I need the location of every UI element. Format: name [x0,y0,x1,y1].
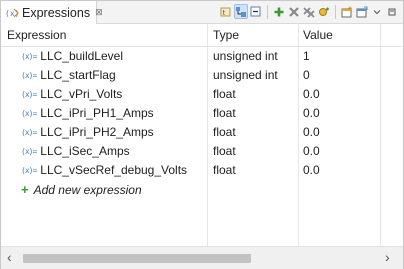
scroll-left-icon[interactable]: ‹ [7,249,12,265]
scroll-right-icon[interactable]: › [385,249,390,265]
expression-type: float [213,106,236,120]
expression-value[interactable]: 0.0 [303,106,320,120]
expression-value[interactable]: 0 [303,68,310,82]
expression-value[interactable]: 1 [303,49,310,63]
expressions-tab[interactable]: (x) Expressions ⊠ [1,1,103,24]
expression-type: float [213,144,236,158]
variable-icon: (x)= [21,127,37,137]
variable-icon: (x)= [21,51,37,61]
table-row[interactable]: (x)= LLC_iSec_Amps float 0.0 [1,142,403,161]
expressions-table: Expression Type Value (x)= LLC_buildLevel… [1,24,403,246]
variable-icon: (x)= [21,165,37,175]
collapse-all-icon[interactable] [249,4,263,19]
minimize-icon[interactable] [385,4,399,19]
table-row[interactable]: (x)= LLC_iPri_PH1_Amps float 0.0 [1,104,403,123]
expression-value[interactable]: 0.0 [303,144,320,158]
pin-view-icon[interactable] [355,4,369,19]
expression-name: LLC_vSecRef_debug_Volts [40,163,188,177]
variable-icon: (x)= [21,70,37,80]
expression-type: unsigned int [213,68,278,82]
variable-icon: (x)= [21,108,37,118]
expressions-view-icon: (x) [5,6,19,20]
show-type-names-icon[interactable]: t [219,4,233,19]
add-new-expression-label: Add new expression [33,182,142,197]
view-toolbar: t [219,4,399,19]
expression-type: float [213,87,236,101]
close-tab-icon[interactable]: ⊠ [95,8,103,17]
expression-type: float [213,163,236,177]
expression-name: LLC_startFlag [40,68,116,82]
expression-name: LLC_iPri_PH1_Amps [40,106,154,120]
column-header-type[interactable]: Type [213,28,239,42]
add-new-expression-row[interactable]: + Add new expression [1,180,403,199]
table-row[interactable]: (x)= LLC_vSecRef_debug_Volts float 0.0 [1,161,403,180]
expression-value[interactable]: 0.0 [303,125,320,139]
view-tab-bar: (x) Expressions ⊠ t [1,1,403,24]
expressions-view: (x) Expressions ⊠ t Expression Type Valu… [0,0,404,269]
column-header-value[interactable]: Value [303,28,333,42]
toolbar-separator [267,4,268,19]
column-header-expression[interactable]: Expression [7,28,66,42]
view-menu-icon[interactable] [370,4,384,19]
table-row[interactable]: (x)= LLC_vPri_Volts float 0.0 [1,85,403,104]
horizontal-scrollbar[interactable]: ‹ › [1,246,403,269]
show-logical-structure-icon[interactable] [234,4,248,19]
table-header: Expression Type Value [1,24,403,47]
new-view-icon[interactable] [340,4,354,19]
expression-value[interactable]: 0.0 [303,163,320,177]
expression-name: LLC_vPri_Volts [40,87,123,101]
add-watch-icon[interactable] [317,4,331,19]
scrollbar-thumb[interactable] [23,254,251,263]
table-row[interactable]: (x)= LLC_buildLevel unsigned int 1 [1,47,403,66]
remove-expression-icon[interactable] [287,4,301,19]
expression-name: LLC_iPri_PH2_Amps [40,125,154,139]
expression-name: LLC_iSec_Amps [40,144,130,158]
expression-type: float [213,125,236,139]
expression-type: unsigned int [213,49,278,63]
add-expression-icon[interactable] [272,4,286,19]
expression-value[interactable]: 0.0 [303,87,320,101]
svg-text:t: t [223,9,226,17]
table-row[interactable]: (x)= LLC_startFlag unsigned int 0 [1,66,403,85]
table-row[interactable]: (x)= LLC_iPri_PH2_Amps float 0.0 [1,123,403,142]
variable-icon: (x)= [21,89,37,99]
variable-icon: (x)= [21,146,37,156]
tab-label: Expressions [22,5,91,20]
expression-name: LLC_buildLevel [40,49,123,63]
toolbar-separator [335,4,336,19]
remove-all-icon[interactable] [302,4,316,19]
add-icon: + [21,182,29,197]
